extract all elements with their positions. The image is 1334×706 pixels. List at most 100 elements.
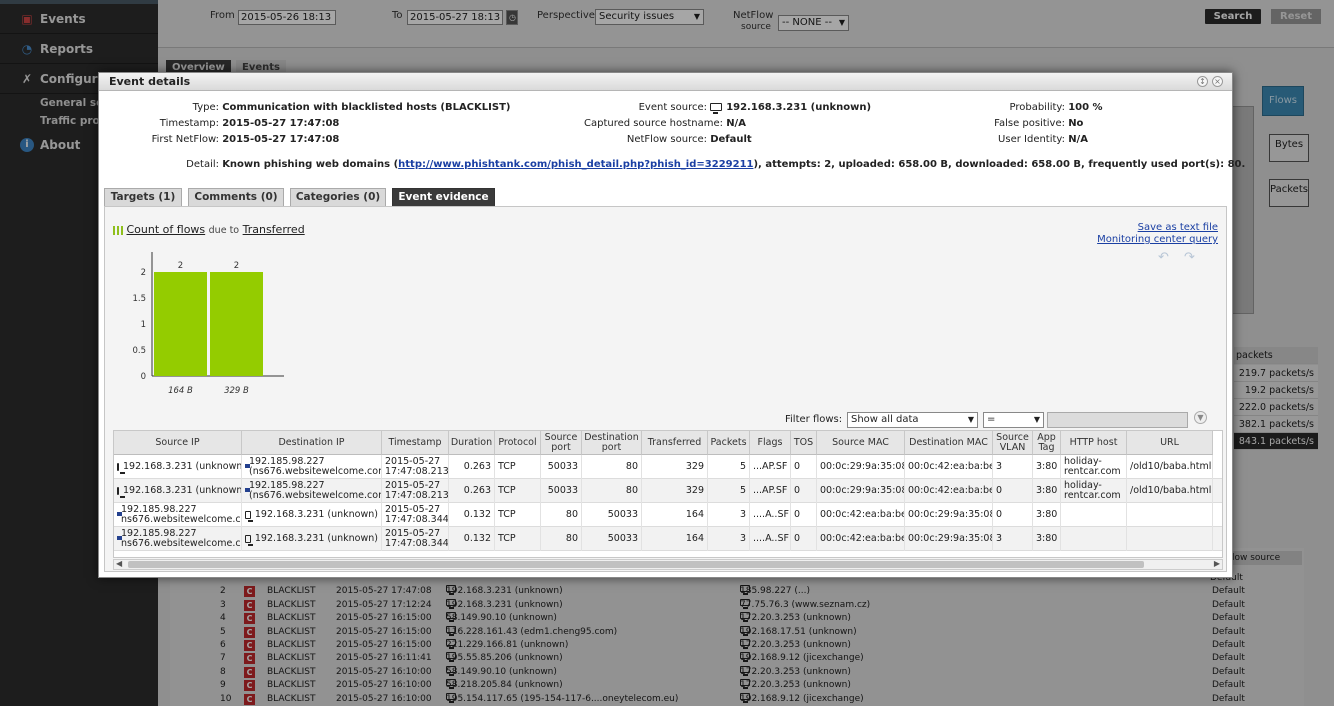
cell-text-block: holiday-rentcar.com <box>1064 481 1121 501</box>
table-row[interactable]: 192.168.3.231 (unknown) 192.185.98.227 (ns… <box>114 479 1222 503</box>
save-text-file-link[interactable]: Save as text file <box>1138 222 1218 233</box>
column-header[interactable]: Source VLAN <box>993 431 1033 455</box>
table-cell: 50033 <box>541 455 582 479</box>
table-cell: TCP <box>495 527 541 551</box>
scrollbar-thumb[interactable] <box>128 561 1144 568</box>
table-cell <box>1127 527 1213 551</box>
undo-icon[interactable]: ↶ <box>1158 250 1169 265</box>
cell-text-block: 2015-05-27 17:47:08.213 <box>385 481 448 501</box>
column-header[interactable]: App Tag <box>1033 431 1061 455</box>
chart-bar <box>154 272 207 376</box>
column-header[interactable]: Destination MAC <box>905 431 993 455</box>
cell-text: 0.132 <box>463 533 491 544</box>
table-row[interactable]: 192.168.3.231 (unknown) 192.185.98.227 (ns… <box>114 455 1222 479</box>
column-header[interactable]: HTTP host <box>1061 431 1127 455</box>
horizontal-scrollbar[interactable]: ◀ ▶ <box>113 559 1223 570</box>
cell-text-block: 192.185.98.227ns676.websitewelcome.com) <box>121 529 241 549</box>
device-icon <box>710 103 723 114</box>
column-header[interactable]: Source IP <box>114 431 242 455</box>
column-header[interactable]: URL <box>1127 431 1213 455</box>
filter-flows-select[interactable]: Show all data ▼ <box>847 412 978 428</box>
cell-text: 00:0c:29:9a:35:08 <box>908 509 993 520</box>
close-icon[interactable]: × <box>1212 76 1223 87</box>
tab-comments[interactable]: Comments (0) <box>188 188 284 206</box>
scroll-right-icon[interactable]: ▶ <box>1214 559 1220 568</box>
detail-prefix: Known phishing web domains ( <box>222 159 399 170</box>
tab-event-evidence[interactable]: Event evidence <box>392 188 495 206</box>
cell-line: ns676.websitewelcome.com) <box>121 538 241 549</box>
cell-text: 192.168.3.231 (unknown) <box>123 461 242 472</box>
bar-chart-icon <box>113 225 123 235</box>
cell-text: 0 <box>794 533 801 544</box>
transferred-link[interactable]: Transferred <box>243 223 305 236</box>
cell-text: 164 <box>685 509 704 520</box>
minimize-icon[interactable]: ↕ <box>1197 76 1208 87</box>
table-cell: TCP <box>495 455 541 479</box>
cell-text: 80 <box>625 461 638 472</box>
column-header[interactable]: Timestamp <box>382 431 449 455</box>
table-cell: 80 <box>541 527 582 551</box>
column-header[interactable]: Source MAC <box>817 431 905 455</box>
probability-value: 100 % <box>1068 102 1103 113</box>
event-source-row: Event source: 192.168.3.231 (unknown) <box>539 102 872 114</box>
detail-suffix: ), attempts: 2, uploaded: 658.00 B, down… <box>753 159 1246 170</box>
cell-text: 3:80 <box>1036 533 1058 544</box>
scroll-left-icon[interactable]: ◀ <box>116 559 122 568</box>
device-icon <box>117 487 125 498</box>
cell-text: 0.263 <box>463 461 491 472</box>
filter-value-input[interactable] <box>1047 412 1188 428</box>
type-value: Communication with blacklisted hosts (BL… <box>222 102 511 113</box>
table-cell: 329 <box>642 455 708 479</box>
cell-text: /old10/baba.html <box>1130 485 1212 496</box>
table-cell: 00:0c:42:ea:ba:be <box>817 527 905 551</box>
device-icon <box>117 463 125 474</box>
column-header[interactable]: Duration <box>449 431 495 455</box>
y-tick-label: 0 <box>141 372 146 382</box>
column-header[interactable]: Packets <box>708 431 750 455</box>
table-cell: 192.168.3.231 (unknown) <box>242 503 382 527</box>
column-header[interactable]: Protocol <box>495 431 541 455</box>
event-source-value: 192.168.3.231 (unknown) <box>726 102 872 113</box>
table-cell: 80 <box>541 503 582 527</box>
phishtank-link[interactable]: http://www.phishtank.com/phish_detail.ph… <box>398 159 753 170</box>
column-header[interactable]: Destination IP <box>242 431 382 455</box>
table-cell: 192.185.98.227 (ns676.websitewelcome.com) <box>242 455 382 479</box>
redo-icon[interactable]: ↷ <box>1184 250 1195 265</box>
expand-filter-icon[interactable]: ▼ <box>1194 411 1207 424</box>
tab-categories[interactable]: Categories (0) <box>290 188 386 206</box>
cell-text: 192.168.3.231 (unknown) <box>254 533 378 544</box>
table-cell: /old10/baba.html <box>1127 479 1213 503</box>
bar-chart: 0 0.5 1 1.5 2 2 164 B 2 329 B <box>132 252 284 396</box>
cell-text: 00:0c:29:9a:35:08 <box>820 461 905 472</box>
column-header[interactable]: Flags <box>750 431 791 455</box>
y-tick-label: 1 <box>141 320 146 330</box>
table-cell: 192.185.98.227 (ns676.websitewelcome.com) <box>242 479 382 503</box>
timestamp-label: Timestamp: <box>159 118 219 129</box>
filter-operator-select[interactable]: = ▼ <box>983 412 1044 428</box>
column-header[interactable]: Destination port <box>582 431 642 455</box>
table-cell: 0.132 <box>449 527 495 551</box>
cell-text: 00:0c:29:9a:35:08 <box>908 533 993 544</box>
cell-text-block: 2015-05-27 17:47:08.344 <box>385 529 448 549</box>
column-header[interactable]: Source port <box>541 431 582 455</box>
table-row[interactable]: 192.185.98.227ns676.websitewelcome.com) 1… <box>114 503 1222 527</box>
table-cell: 0 <box>791 479 817 503</box>
cell-text-block: holiday-rentcar.com <box>1064 457 1121 477</box>
table-cell: 50033 <box>541 479 582 503</box>
count-of-flows-link[interactable]: Count of flows <box>127 223 206 236</box>
column-header[interactable]: Transferred <box>642 431 708 455</box>
captured-hostname-value: N/A <box>726 118 746 129</box>
table-cell <box>1127 503 1213 527</box>
user-identity-label: User Identity: <box>998 134 1065 145</box>
event-details-dialog: Event details ↕ × Type: Communication wi… <box>98 72 1245 578</box>
cell-text: 5 <box>739 461 746 472</box>
cell-text: 00:0c:42:ea:ba:be <box>908 461 993 472</box>
tab-targets[interactable]: Targets (1) <box>104 188 182 206</box>
monitoring-center-link[interactable]: Monitoring center query <box>1097 234 1218 245</box>
table-cell: 164 <box>642 503 708 527</box>
table-row[interactable]: 192.185.98.227ns676.websitewelcome.com) 1… <box>114 527 1222 551</box>
cell-text: 80 <box>565 509 578 520</box>
column-header[interactable]: TOS <box>791 431 817 455</box>
event-evidence-panel: Count of flows due to Transferred Save a… <box>104 206 1227 572</box>
probability-label: Probability: <box>1009 102 1065 113</box>
